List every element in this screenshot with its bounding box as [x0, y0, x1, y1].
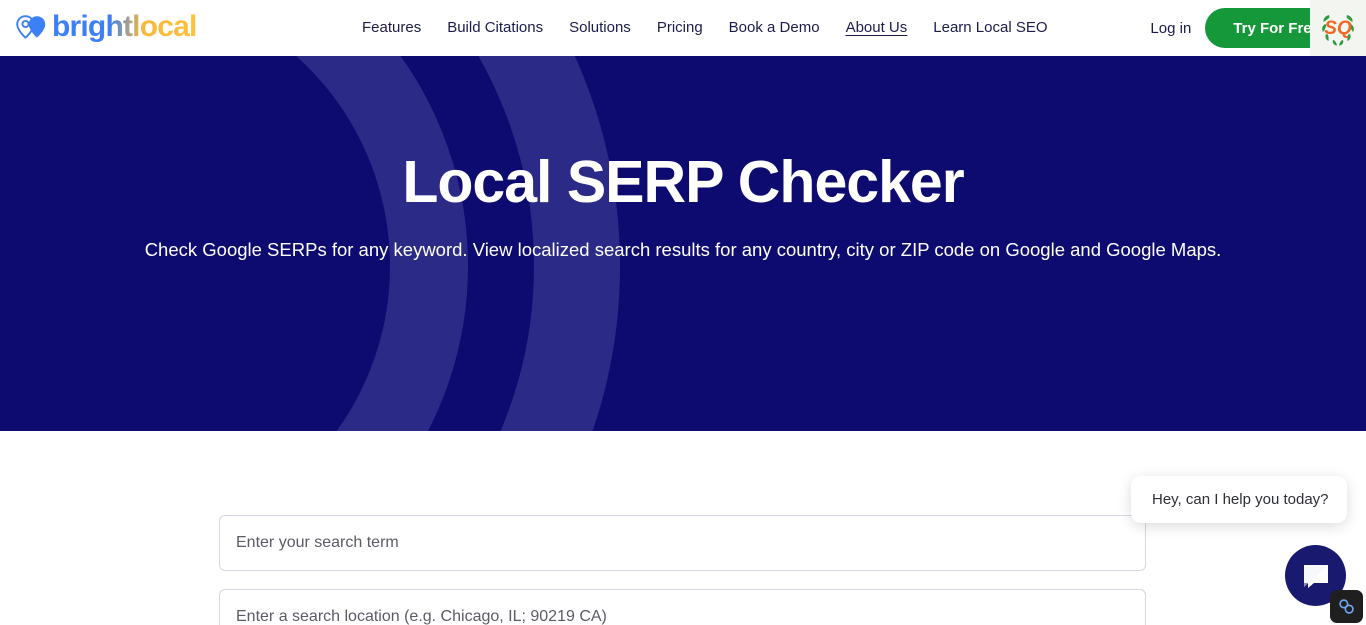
page-title: Local SERP Checker	[402, 149, 964, 215]
map-pin-icon	[16, 15, 46, 39]
serp-checker-form	[0, 431, 1366, 625]
nav-item-build-citations[interactable]: Build Citations	[434, 18, 556, 38]
hero-subtitle: Check Google SERPs for any keyword. View…	[144, 238, 1222, 260]
link-badge-button[interactable]	[1330, 590, 1363, 623]
logo-wordmark: brightlocal	[52, 9, 197, 43]
sq-laurel-badge-icon: SQ	[1322, 15, 1354, 46]
brightlocal-logo[interactable]: brightlocal	[16, 10, 197, 46]
main-nav: Features Build Citations Solutions Prici…	[349, 18, 1061, 38]
nav-item-features[interactable]: Features	[349, 18, 434, 38]
chat-greeting-tooltip[interactable]: Hey, can I help you today?	[1131, 476, 1347, 523]
login-link[interactable]: Log in	[1150, 20, 1191, 37]
site-header: brightlocal Features Build Citations Sol…	[0, 0, 1366, 56]
sq-overlay-badge[interactable]: SQ	[1310, 0, 1366, 56]
search-location-input[interactable]	[219, 589, 1146, 625]
nav-item-solutions[interactable]: Solutions	[556, 18, 644, 38]
nav-item-book-a-demo[interactable]: Book a Demo	[716, 18, 833, 38]
chain-link-icon	[1339, 599, 1354, 614]
chat-greeting-text: Hey, can I help you today?	[1152, 491, 1329, 508]
search-term-input[interactable]	[219, 515, 1146, 571]
message-bubble-icon	[1303, 564, 1328, 588]
hero-section: Local SERP Checker Check Google SERPs fo…	[0, 56, 1366, 431]
nav-item-pricing[interactable]: Pricing	[644, 18, 716, 38]
svg-text:SQ: SQ	[1324, 18, 1352, 39]
page-root: brightlocal Features Build Citations Sol…	[0, 0, 1366, 625]
hero-content: Local SERP Checker Check Google SERPs fo…	[0, 56, 1366, 264]
nav-item-about-us[interactable]: About Us	[833, 18, 921, 38]
nav-item-learn-local-seo[interactable]: Learn Local SEO	[920, 18, 1060, 38]
